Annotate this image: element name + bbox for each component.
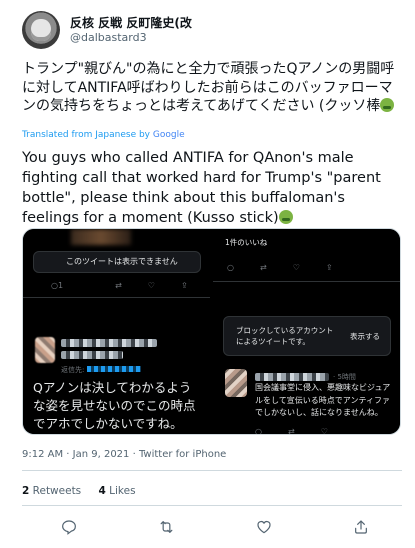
share-button[interactable] — [352, 518, 370, 536]
tweet-translated-text: You guys who called ANTIFA for QAnon's m… — [22, 148, 402, 228]
blurred-username — [255, 373, 329, 381]
mini-share-icon: ⇪ — [180, 281, 188, 290]
mini-count: 1 — [57, 281, 64, 290]
retweets-stat[interactable]: 2 Retweets — [22, 485, 81, 497]
divider — [22, 470, 402, 471]
reply-icon — [62, 520, 76, 535]
mini-like-icon: ♡ — [147, 281, 155, 290]
likes-header: 1件のいいね — [225, 238, 268, 247]
divider — [22, 505, 402, 506]
mini-reply-icon: ○ — [255, 427, 262, 434]
nauseated-face-icon — [278, 210, 293, 224]
show-blocked-button: 表示する — [350, 332, 380, 341]
mini-like-icon: ♡ — [320, 427, 328, 434]
tweet-card: 反核 反戦 反町隆史(改 @dalbastard3 トランプ"親びん"の為にと全… — [0, 0, 415, 548]
reply-button[interactable] — [60, 518, 78, 536]
nauseated-face-icon — [380, 98, 395, 112]
left-reply-text: Qアノンは決してわかるような姿を見せないのでこの時点でアホでしかないですね。 — [33, 380, 196, 431]
tweet-original-text: トランプ"親びん"の為にと全力で頑張ったQアノンの男闘呼に対してANTIFA呼ば… — [22, 60, 400, 116]
translated-from-label: Translated from Japanese by — [22, 130, 151, 140]
blocked-tweet-notice: ブロックしているアカウントによるツイートです。 表示する — [223, 316, 391, 356]
author-handle[interactable]: @dalbastard3 — [70, 31, 192, 45]
like-icon — [257, 520, 271, 534]
tweet-stats: 2 Retweets 4 Likes — [22, 485, 136, 497]
tweet-timestamp[interactable]: 9:12 AM · Jan 9, 2021 · Twitter for iPho… — [22, 449, 226, 460]
mini-retweet-icon: ⇄ — [115, 281, 122, 290]
mini-reply-count: ○1 — [51, 281, 64, 290]
share-icon — [355, 520, 367, 534]
retweet-button[interactable] — [157, 518, 175, 536]
blurred-image-strip — [71, 229, 131, 245]
media-gallery[interactable]: このツイートは表示できません ○1 ⇄ ♡ ⇪ 返信先: Qアノンは決してわかる… — [22, 228, 401, 435]
mini-action-row: ○ ⇄ ♡ ⇪ — [227, 263, 359, 272]
mini-like-icon: ♡ — [292, 263, 300, 272]
mini-retweet-icon: ⇄ — [287, 427, 295, 434]
blurred-username — [61, 339, 157, 347]
reply-to-line: 返信先: — [61, 365, 141, 375]
tweet-action-bar — [60, 518, 370, 536]
retweets-label: Retweets — [32, 485, 82, 497]
mini-share-icon: ⇪ — [325, 263, 333, 272]
translated-text: You guys who called ANTIFA for QAnon's m… — [22, 150, 381, 226]
mini-retweet-icon: ⇄ — [259, 263, 267, 272]
likes-count: 4 — [98, 485, 106, 497]
author-avatar[interactable] — [22, 11, 60, 49]
blurred-mention — [86, 366, 141, 372]
author-display-name[interactable]: 反核 反戦 反町隆史(改 — [70, 16, 192, 31]
retweet-icon — [160, 521, 173, 533]
retweets-count: 2 — [22, 485, 30, 497]
mini-action-row: ○1 ⇄ ♡ ⇪ — [51, 281, 210, 290]
blurred-avatar — [225, 369, 247, 397]
google-logo: Google — [152, 130, 185, 140]
likes-stat[interactable]: 4 Likes — [99, 485, 136, 497]
reply-to-prefix: 返信先: — [61, 366, 85, 374]
blurred-handle — [61, 351, 123, 359]
hidden-tweet-notice: このツイートは表示できません — [33, 251, 201, 273]
reply-time-ago: · 5時間 — [333, 373, 356, 381]
mini-reply-icon: ○ — [227, 263, 234, 272]
tweet-header: 反核 反戦 反町隆史(改 @dalbastard3 — [22, 10, 192, 50]
media-image-right[interactable]: 1件のいいね ○ ⇄ ♡ ⇪ ブロックしているアカウントによるツイートです。 表… — [213, 229, 400, 434]
like-button[interactable] — [255, 518, 273, 536]
media-image-left[interactable]: このツイートは表示できません ○1 ⇄ ♡ ⇪ 返信先: Qアノンは決してわかる… — [23, 229, 210, 434]
blurred-avatar — [35, 337, 55, 363]
right-reply-text: 国会議事堂に侵入、悪趣味なビジュアルをして宣伝いる時点でアンティファでしかないし… — [255, 383, 391, 417]
translation-attribution[interactable]: Translated from Japanese by Google — [22, 130, 185, 140]
blocked-notice-text: ブロックしているアカウントによるツイートです。 — [236, 326, 334, 346]
separator — [213, 281, 400, 282]
likes-label: Likes — [109, 485, 136, 497]
mini-action-row: ○ ⇄ ♡ — [255, 427, 354, 434]
author-names: 反核 反戦 反町隆史(改 @dalbastard3 — [70, 16, 192, 45]
separator — [23, 297, 210, 298]
original-text: トランプ"親びん"の為にと全力で頑張ったQアノンの男闘呼に対してANTIFA呼ば… — [22, 61, 395, 114]
